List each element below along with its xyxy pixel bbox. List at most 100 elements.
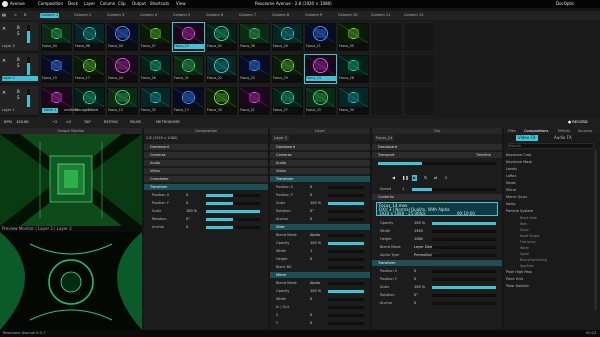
slide-param-slider[interactable]: [328, 242, 364, 245]
effect-item[interactable]: Mirror: [506, 187, 586, 193]
clip-slot[interactable]: Focus_33: [304, 86, 337, 116]
composition-section[interactable]: Dashboard: [144, 144, 268, 150]
effect-item[interactable]: Levels: [506, 166, 586, 172]
layer-section[interactable]: Cameras: [270, 152, 370, 158]
tab-video-fx[interactable]: Video FX: [516, 135, 538, 141]
column-b-toggle[interactable]: B: [24, 13, 26, 18]
clip-transform-param-slider[interactable]: [432, 294, 496, 297]
layer-section[interactable]: Transform: [270, 176, 370, 182]
empty-clip-slot[interactable]: [370, 54, 403, 84]
clip-slot[interactable]: Focus_02: [205, 22, 238, 52]
loop-icon[interactable]: ↻: [424, 175, 427, 181]
layer-name[interactable]: Layer 2: [2, 76, 38, 81]
column-header-2[interactable]: Column 2: [73, 13, 92, 18]
effect-item[interactable]: Pixel High Pass: [506, 269, 586, 275]
composition-param-value[interactable]: 0: [186, 224, 188, 230]
tab-audio-fx[interactable]: Audio FX: [554, 135, 572, 141]
clip-content-param-value[interactable]: 100 %: [414, 220, 425, 226]
slide-param-value[interactable]: 1: [310, 248, 312, 254]
clip-transform-param-slider[interactable]: [432, 270, 496, 273]
clip-slot[interactable]: Focus_36: [238, 22, 271, 52]
clip-slot[interactable]: Focus_08: [73, 22, 106, 52]
clip-timeline-slider[interactable]: [378, 162, 496, 165]
clip-slot[interactable]: Focus_09: [106, 22, 139, 52]
clip-slot[interactable]: Focus_26: [139, 54, 172, 84]
column-clear-icon[interactable]: ×: [14, 13, 17, 18]
composition-param-slider[interactable]: [206, 202, 260, 205]
layer-name-field[interactable]: Layer 2: [272, 135, 290, 141]
clip-slot[interactable]: Focus_21: [238, 86, 271, 116]
clip-transform-section[interactable]: Transform: [372, 260, 502, 266]
clip-slot[interactable]: Focus_14: [304, 54, 337, 84]
bounce-icon[interactable]: ⇄: [434, 175, 437, 181]
clip-slot[interactable]: Focus_11: [304, 22, 337, 52]
pause-icon[interactable]: ❚❚: [402, 175, 409, 181]
clip-slot[interactable]: Focus_04: [40, 22, 73, 52]
composition-param-slider[interactable]: [206, 210, 260, 213]
slide-param-value[interactable]: Alpha: [310, 232, 320, 238]
slide-param-slider[interactable]: [328, 266, 364, 269]
composition-section[interactable]: Cameras: [144, 152, 268, 158]
layer-transform-param-value[interactable]: 0°: [310, 208, 314, 214]
composition-section[interactable]: Audio: [144, 160, 268, 166]
layer-clear-button[interactable]: ×: [2, 90, 6, 96]
slide-param-value[interactable]: 0: [310, 256, 312, 262]
mirror-param-value[interactable]: 0: [310, 296, 312, 302]
column-header-8[interactable]: Column 8: [271, 13, 290, 18]
tempo-half-button[interactable]: ÷2: [52, 120, 57, 125]
layer-clear-button[interactable]: ×: [2, 26, 6, 32]
layer-name[interactable]: Layer 1: [2, 108, 38, 113]
mirror-effect-section[interactable]: Mirror: [270, 272, 370, 278]
slide-param-value[interactable]: 100 %: [310, 240, 321, 246]
clip-transform-param-value[interactable]: 0: [414, 268, 416, 274]
clip-slot[interactable]: Focus_10: [172, 22, 205, 52]
resync-button[interactable]: RESYNC: [104, 120, 118, 125]
composition-param-value[interactable]: 100 %: [186, 208, 197, 214]
effect-item[interactable]: LoRez: [506, 173, 586, 179]
speed-value[interactable]: 1: [402, 186, 404, 192]
clip-slot[interactable]: Focus_27: [271, 86, 304, 116]
composition-param-value[interactable]: 0: [186, 192, 188, 198]
composition-param-slider[interactable]: [206, 226, 260, 229]
composition-section[interactable]: Transform: [144, 184, 268, 190]
tempo-double-button[interactable]: ×2: [66, 120, 71, 125]
effect-item[interactable]: Polar Kaleido: [506, 283, 586, 289]
effects-search-input[interactable]: [508, 143, 594, 149]
transport-mode[interactable]: Timeline: [476, 152, 491, 158]
clip-slot[interactable]: Focus_05: [337, 22, 370, 52]
column-header-12[interactable]: Column 12: [403, 13, 424, 18]
mirror-param-value[interactable]: 0: [310, 320, 312, 326]
layer-transform-param-value[interactable]: 0: [310, 184, 312, 190]
layer-section[interactable]: Dashboard: [270, 144, 370, 150]
menu-output[interactable]: Output: [132, 1, 146, 7]
composition-param-value[interactable]: 0: [186, 200, 188, 206]
layer-solo-button[interactable]: S: [17, 63, 20, 68]
layer-transform-param-value[interactable]: 100 %: [310, 200, 321, 206]
clip-transform-param-value[interactable]: 0°: [414, 292, 418, 298]
column-header-7[interactable]: Column 7: [238, 13, 257, 18]
clip-slot[interactable]: Focus_29: [271, 54, 304, 84]
layer-opacity-fader[interactable]: [27, 57, 30, 75]
effect-item[interactable]: Point Grid: [506, 276, 586, 282]
empty-clip-slot[interactable]: [403, 54, 436, 84]
layer-clear-button[interactable]: ×: [2, 58, 6, 64]
metronome-button[interactable]: METRONOME: [156, 120, 180, 125]
composition-param-slider[interactable]: [206, 218, 260, 221]
layer-name[interactable]: Layer 3: [2, 44, 38, 49]
effects-scrollbar[interactable]: [594, 150, 597, 310]
mirror-param-value[interactable]: 100 %: [310, 288, 321, 294]
clip-transform-param-slider[interactable]: [432, 302, 496, 305]
mirror-param-value[interactable]: 0: [310, 312, 312, 318]
clip-name-field[interactable]: Focus_14: [374, 135, 395, 141]
layer-opacity-fader[interactable]: [27, 89, 30, 107]
tap-button[interactable]: TAP: [84, 120, 91, 125]
clip-slot[interactable]: Focus_31: [172, 54, 205, 84]
clip-dashboard-section[interactable]: Dashboard: [372, 144, 502, 150]
clip-slot[interactable]: Focus_15: [106, 86, 139, 116]
composition-section[interactable]: Crossfader: [144, 176, 268, 182]
effect-item[interactable]: Keystone Mask: [506, 159, 586, 165]
layer-solo-button[interactable]: S: [17, 31, 20, 36]
empty-clip-slot[interactable]: [370, 22, 403, 52]
clip-slot[interactable]: Focus_24: [106, 54, 139, 84]
clip-content-param-slider[interactable]: [432, 246, 496, 249]
